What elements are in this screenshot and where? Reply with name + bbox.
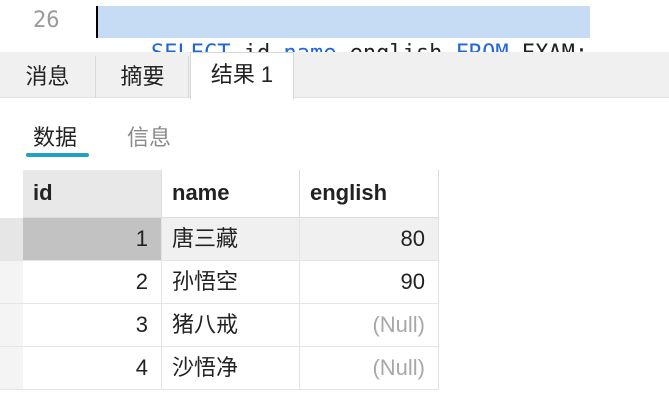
- table-cell-english[interactable]: 80: [300, 218, 439, 261]
- table-cell-english[interactable]: 90: [300, 261, 439, 304]
- tab-result-1[interactable]: 结果 1: [190, 52, 294, 99]
- subtab-data[interactable]: 数据: [33, 120, 77, 152]
- row-header[interactable]: [0, 347, 23, 390]
- sql-editor[interactable]: 26 SELECT id,name,english FROM EXAM;: [0, 0, 669, 66]
- table-cell-english[interactable]: (Null): [300, 304, 439, 347]
- table-cell-name[interactable]: 沙悟净: [162, 347, 300, 390]
- table-cell-name[interactable]: 孙悟空: [162, 261, 300, 304]
- table-cell-id[interactable]: 2: [23, 261, 162, 304]
- result-tabbar: 消息 摘要 结果 1: [0, 52, 669, 99]
- text-cursor: [96, 6, 98, 38]
- row-header[interactable]: [0, 304, 23, 347]
- table-cell-id[interactable]: 4: [23, 347, 162, 390]
- table-cell-id[interactable]: 3: [23, 304, 162, 347]
- table-cell-id[interactable]: 1: [23, 218, 162, 261]
- row-header[interactable]: [0, 261, 23, 304]
- tab-summary[interactable]: 摘要: [97, 56, 189, 98]
- table-cell-name[interactable]: 猪八戒: [162, 304, 300, 347]
- column-header-id[interactable]: id: [23, 170, 162, 218]
- line-number: 26: [33, 8, 60, 33]
- column-header-english[interactable]: english: [300, 170, 439, 218]
- table-cell-english[interactable]: (Null): [300, 347, 439, 390]
- row-header[interactable]: [0, 218, 23, 261]
- active-subtab-indicator: [26, 153, 89, 157]
- sql-statement[interactable]: SELECT id,name,english FROM EXAM;: [96, 6, 591, 66]
- column-header-name[interactable]: name: [162, 170, 300, 218]
- tab-messages[interactable]: 消息: [0, 56, 96, 98]
- table-cell-name[interactable]: 唐三藏: [162, 218, 300, 261]
- subtab-info[interactable]: 信息: [127, 120, 171, 152]
